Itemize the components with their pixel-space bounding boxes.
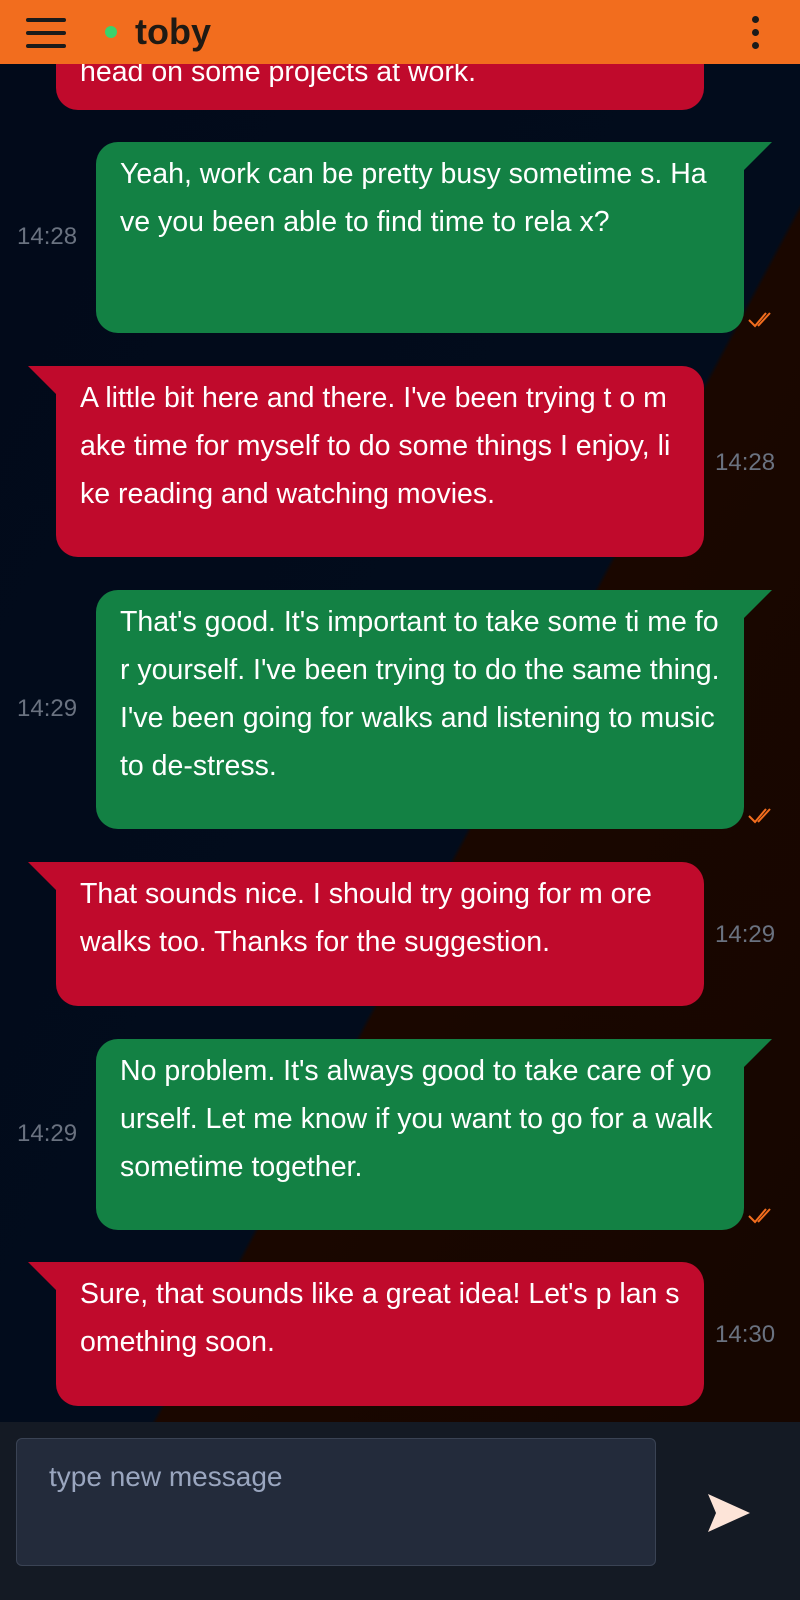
message-text: A little bit here and there. I've been t…	[80, 382, 671, 510]
message-text: Yeah, work can be pretty busy sometime s…	[120, 158, 707, 238]
send-icon[interactable]	[706, 1492, 752, 1534]
message-bubble-sent: Yeah, work can be pretty busy sometime s…	[96, 142, 772, 333]
hamburger-menu-icon[interactable]	[26, 18, 66, 48]
read-receipt-icon	[748, 1208, 771, 1224]
message-time: 14:29	[715, 921, 776, 948]
contact-name[interactable]: toby	[135, 10, 211, 54]
message-input[interactable]: type new message	[16, 1438, 656, 1566]
message-time: 14:29	[17, 1120, 78, 1147]
message-text: That's good. It's important to take some…	[120, 606, 720, 782]
message-bubble-received: A little bit here and there. I've been t…	[28, 366, 704, 557]
read-receipt-icon	[748, 312, 771, 328]
message-bubble-received: Sure, that sounds like a great idea! Let…	[28, 1262, 704, 1406]
message-text: That sounds nice. I should try going for…	[80, 878, 652, 958]
message-text: Sure, that sounds like a great idea! Let…	[80, 1278, 680, 1358]
message-time: 14:30	[715, 1321, 776, 1348]
online-status-dot	[105, 26, 117, 38]
message-time: 14:29	[17, 695, 78, 722]
message-bubble-sent: No problem. It's always good to take car…	[96, 1039, 772, 1230]
message-bubble-received: That sounds nice. I should try going for…	[28, 862, 704, 1006]
message-text: No problem. It's always good to take car…	[120, 1055, 713, 1183]
message-composer: type new message	[0, 1422, 800, 1600]
message-time: 14:28	[17, 223, 78, 250]
chat-header: toby	[0, 0, 800, 64]
read-receipt-icon	[748, 808, 771, 824]
more-vertical-icon[interactable]	[750, 16, 760, 50]
message-bubble-sent: That's good. It's important to take some…	[96, 590, 772, 829]
message-time: 14:28	[715, 449, 776, 476]
